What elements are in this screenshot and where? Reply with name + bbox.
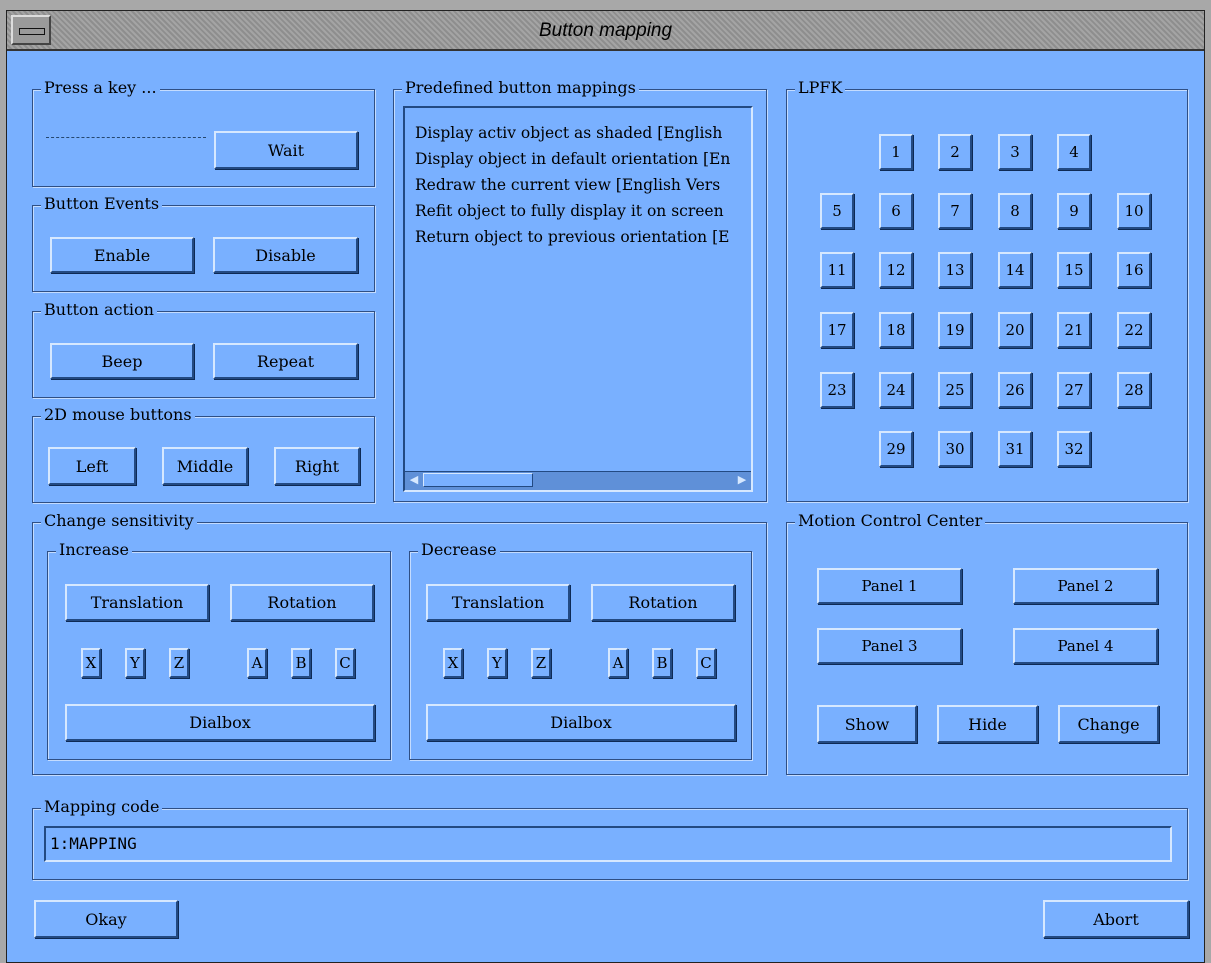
key-placeholder	[46, 137, 206, 149]
decrease-dialbox-button[interactable]: Dialbox	[426, 704, 736, 741]
title-bar[interactable]: Button mapping	[7, 11, 1204, 51]
increase-b-button[interactable]: B	[291, 648, 311, 678]
decrease-y-button[interactable]: Y	[487, 648, 507, 678]
lpfk-key-20[interactable]: 20	[998, 312, 1032, 348]
lpfk-key-26[interactable]: 26	[998, 372, 1032, 408]
scroll-right-icon[interactable]: ▶	[734, 473, 750, 487]
decrease-a-button[interactable]: A	[608, 648, 628, 678]
lpfk-key-11[interactable]: 11	[820, 252, 854, 288]
list-item[interactable]: Redraw the current view [English Vers	[405, 172, 751, 198]
change-sensitivity-label: Change sensitivity	[41, 511, 197, 531]
change-button[interactable]: Change	[1058, 705, 1159, 743]
lpfk-key-17[interactable]: 17	[820, 312, 854, 348]
decrease-translation-button[interactable]: Translation	[426, 584, 570, 621]
lpfk-key-22[interactable]: 22	[1117, 312, 1151, 348]
lpfk-key-4[interactable]: 4	[1057, 134, 1091, 170]
disable-button[interactable]: Disable	[213, 237, 358, 273]
lpfk-key-29[interactable]: 29	[879, 431, 913, 467]
wait-button[interactable]: Wait	[214, 131, 358, 169]
repeat-button[interactable]: Repeat	[213, 343, 358, 379]
lpfk-key-7[interactable]: 7	[938, 193, 972, 229]
increase-translation-button[interactable]: Translation	[65, 584, 209, 621]
lpfk-key-15[interactable]: 15	[1057, 252, 1091, 288]
decrease-b-button[interactable]: B	[652, 648, 672, 678]
lpfk-key-8[interactable]: 8	[998, 193, 1032, 229]
press-key-label: Press a key ...	[41, 78, 160, 98]
lpfk-key-30[interactable]: 30	[938, 431, 972, 467]
lpfk-key-1[interactable]: 1	[879, 134, 913, 170]
mapping-code-label: Mapping code	[41, 797, 163, 817]
lpfk-key-24[interactable]: 24	[879, 372, 913, 408]
lpfk-key-19[interactable]: 19	[938, 312, 972, 348]
lpfk-key-2[interactable]: 2	[938, 134, 972, 170]
abort-button[interactable]: Abort	[1043, 900, 1189, 938]
list-item[interactable]: Refit object to fully display it on scre…	[405, 198, 751, 224]
list-item[interactable]: Return object to previous orientation [E	[405, 224, 751, 250]
increase-y-button[interactable]: Y	[125, 648, 145, 678]
increase-dialbox-button[interactable]: Dialbox	[65, 704, 375, 741]
lpfk-key-31[interactable]: 31	[998, 431, 1032, 467]
lpfk-label: LPFK	[795, 78, 846, 98]
lpfk-key-14[interactable]: 14	[998, 252, 1032, 288]
lpfk-key-12[interactable]: 12	[879, 252, 913, 288]
increase-label: Increase	[56, 540, 132, 560]
lpfk-key-3[interactable]: 3	[998, 134, 1032, 170]
lpfk-key-16[interactable]: 16	[1117, 252, 1151, 288]
button-action-label: Button action	[41, 300, 157, 320]
lpfk-key-28[interactable]: 28	[1117, 372, 1151, 408]
panel-4-button[interactable]: Panel 4	[1013, 628, 1158, 664]
increase-z-button[interactable]: Z	[169, 648, 189, 678]
list-item[interactable]: Display object in default orientation [E…	[405, 146, 751, 172]
panel-2-button[interactable]: Panel 2	[1013, 568, 1158, 604]
lpfk-key-23[interactable]: 23	[820, 372, 854, 408]
middle-button[interactable]: Middle	[162, 447, 248, 485]
window-title: Button mapping	[538, 20, 673, 41]
lpfk-key-27[interactable]: 27	[1057, 372, 1091, 408]
mapping-code-field[interactable]: 1:MAPPING	[44, 826, 1172, 862]
panel-3-button[interactable]: Panel 3	[817, 628, 962, 664]
show-button[interactable]: Show	[817, 705, 917, 743]
lpfk-key-32[interactable]: 32	[1057, 431, 1091, 467]
decrease-z-button[interactable]: Z	[531, 648, 551, 678]
decrease-rotation-button[interactable]: Rotation	[591, 584, 735, 621]
beep-button[interactable]: Beep	[50, 343, 194, 379]
increase-x-button[interactable]: X	[81, 648, 101, 678]
list-item[interactable]: Display activ object as shaded [English	[405, 120, 751, 146]
lpfk-key-9[interactable]: 9	[1057, 193, 1091, 229]
scroll-left-icon[interactable]: ◀	[406, 473, 422, 487]
increase-rotation-button[interactable]: Rotation	[230, 584, 374, 621]
decrease-c-button[interactable]: C	[696, 648, 716, 678]
decrease-label: Decrease	[418, 540, 500, 560]
lpfk-key-5[interactable]: 5	[820, 193, 854, 229]
mouse-buttons-label: 2D mouse buttons	[41, 405, 195, 425]
hide-button[interactable]: Hide	[937, 705, 1038, 743]
lpfk-key-10[interactable]: 10	[1117, 193, 1151, 229]
lpfk-group: LPFK	[786, 78, 1188, 502]
enable-button[interactable]: Enable	[50, 237, 194, 273]
right-button[interactable]: Right	[274, 447, 360, 485]
lpfk-key-21[interactable]: 21	[1057, 312, 1091, 348]
predefined-mappings-list[interactable]: Display activ object as shaded [English …	[403, 106, 753, 492]
button-events-label: Button Events	[41, 194, 163, 214]
lpfk-key-13[interactable]: 13	[938, 252, 972, 288]
decrease-x-button[interactable]: X	[443, 648, 463, 678]
lpfk-key-18[interactable]: 18	[879, 312, 913, 348]
increase-a-button[interactable]: A	[247, 648, 267, 678]
lpfk-key-25[interactable]: 25	[938, 372, 972, 408]
scrollbar-thumb[interactable]	[423, 473, 533, 487]
okay-button[interactable]: Okay	[34, 900, 178, 938]
motion-control-label: Motion Control Center	[795, 511, 986, 531]
predefined-mappings-label: Predefined button mappings	[402, 78, 639, 98]
lpfk-key-6[interactable]: 6	[879, 193, 913, 229]
left-button[interactable]: Left	[48, 447, 136, 485]
horizontal-scrollbar[interactable]: ◀ ▶	[405, 471, 751, 490]
increase-c-button[interactable]: C	[335, 648, 355, 678]
panel-1-button[interactable]: Panel 1	[817, 568, 962, 604]
